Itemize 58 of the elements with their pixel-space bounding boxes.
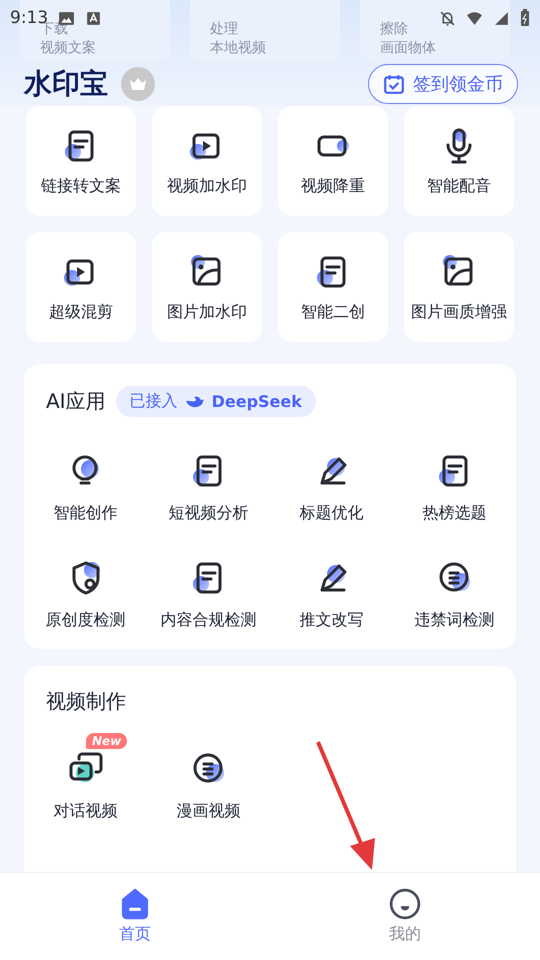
app-item[interactable]: 原创度检测 <box>24 558 147 631</box>
app-label: 短视频分析 <box>168 503 248 524</box>
card-subtitle: 擦除 <box>380 20 409 39</box>
new-badge: New <box>86 733 128 749</box>
app-label: 原创度检测 <box>46 610 126 631</box>
badge-brand: DeepSeek <box>212 392 302 411</box>
crown-badge-icon[interactable] <box>120 66 156 102</box>
tool-card[interactable]: 链接转文案 <box>26 106 136 216</box>
app-label: 智能创作 <box>54 503 118 524</box>
app-item[interactable]: 智能创作 <box>24 451 147 524</box>
card-subtitle: 视频文案 <box>40 39 97 58</box>
nav-tab[interactable]: 首页 <box>0 873 270 960</box>
calendar-icon <box>383 73 405 95</box>
tool-label: 智能二创 <box>301 302 365 322</box>
tool-label: 链接转文案 <box>41 176 121 196</box>
app-label: 违禁词检测 <box>414 610 494 631</box>
app-item[interactable]: New 对话视频 <box>24 733 147 822</box>
section-title: 视频制作 <box>46 688 126 715</box>
tool-label: 智能配音 <box>427 176 491 196</box>
app-label: 热榜选题 <box>422 503 486 524</box>
section-title: AI应用 <box>46 388 106 415</box>
checkin-button[interactable]: 签到领金币 <box>368 64 518 104</box>
tool-label: 超级混剪 <box>49 302 113 322</box>
signal-icon <box>493 10 510 26</box>
app-item[interactable]: 短视频分析 <box>147 451 270 524</box>
app-item[interactable]: 热榜选题 <box>393 451 516 524</box>
tool-card[interactable]: 智能配音 <box>404 106 514 216</box>
app-item[interactable]: 违禁词检测 <box>393 558 516 631</box>
card-subtitle: 处理 <box>210 20 239 39</box>
tool-card[interactable]: 图片加水印 <box>152 232 262 342</box>
card-subtitle: 本地视频 <box>210 39 267 58</box>
home-icon <box>119 888 151 920</box>
tool-card[interactable]: 智能二创 <box>278 232 388 342</box>
battery-icon <box>520 9 530 27</box>
tool-label: 图片加水印 <box>167 302 247 322</box>
wifi-icon <box>466 10 483 26</box>
tool-card[interactable]: 图片画质增强 <box>404 232 514 342</box>
muted-bell-icon <box>439 10 456 26</box>
smiley-icon <box>389 888 421 920</box>
tool-label: 视频降重 <box>301 176 365 196</box>
tool-card[interactable]: 视频加水印 <box>152 106 262 216</box>
app-label: 对话视频 <box>54 801 118 822</box>
app-label: 漫画视频 <box>176 801 240 822</box>
app-item[interactable]: 内容合规检测 <box>147 558 270 631</box>
app-item[interactable]: 推文改写 <box>270 558 393 631</box>
app-label: 标题优化 <box>300 503 364 524</box>
keyboard-icon <box>85 10 102 26</box>
tool-label: 图片画质增强 <box>411 302 507 322</box>
card-subtitle: 画面物体 <box>380 39 437 58</box>
tool-card[interactable]: 视频降重 <box>278 106 388 216</box>
app-label: 内容合规检测 <box>160 610 256 631</box>
tool-label: 视频加水印 <box>167 176 247 196</box>
app-item[interactable]: 标题优化 <box>270 451 393 524</box>
tool-card[interactable]: 超级混剪 <box>26 232 136 342</box>
badge-text: 已接入 <box>130 391 178 412</box>
app-logo: 水印宝 <box>24 68 108 100</box>
app-item[interactable]: 漫画视频 <box>147 733 270 822</box>
app-label: 推文改写 <box>300 610 364 631</box>
